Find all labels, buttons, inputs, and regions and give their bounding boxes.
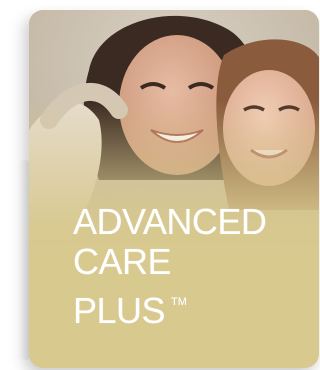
title-line-1: ADVANCED: [73, 201, 267, 242]
promo-title: ADVANCED CARE PLUS TM: [73, 201, 267, 331]
promo-banner: ADVANCED CARE PLUS TM: [0, 0, 319, 370]
title-line-3: PLUS TM: [73, 282, 266, 331]
trademark-mark: TM: [171, 296, 187, 308]
title-line-3-text: PLUS: [73, 290, 166, 331]
promo-card[interactable]: ADVANCED CARE PLUS TM: [29, 10, 319, 368]
title-line-2: CARE: [73, 241, 172, 282]
